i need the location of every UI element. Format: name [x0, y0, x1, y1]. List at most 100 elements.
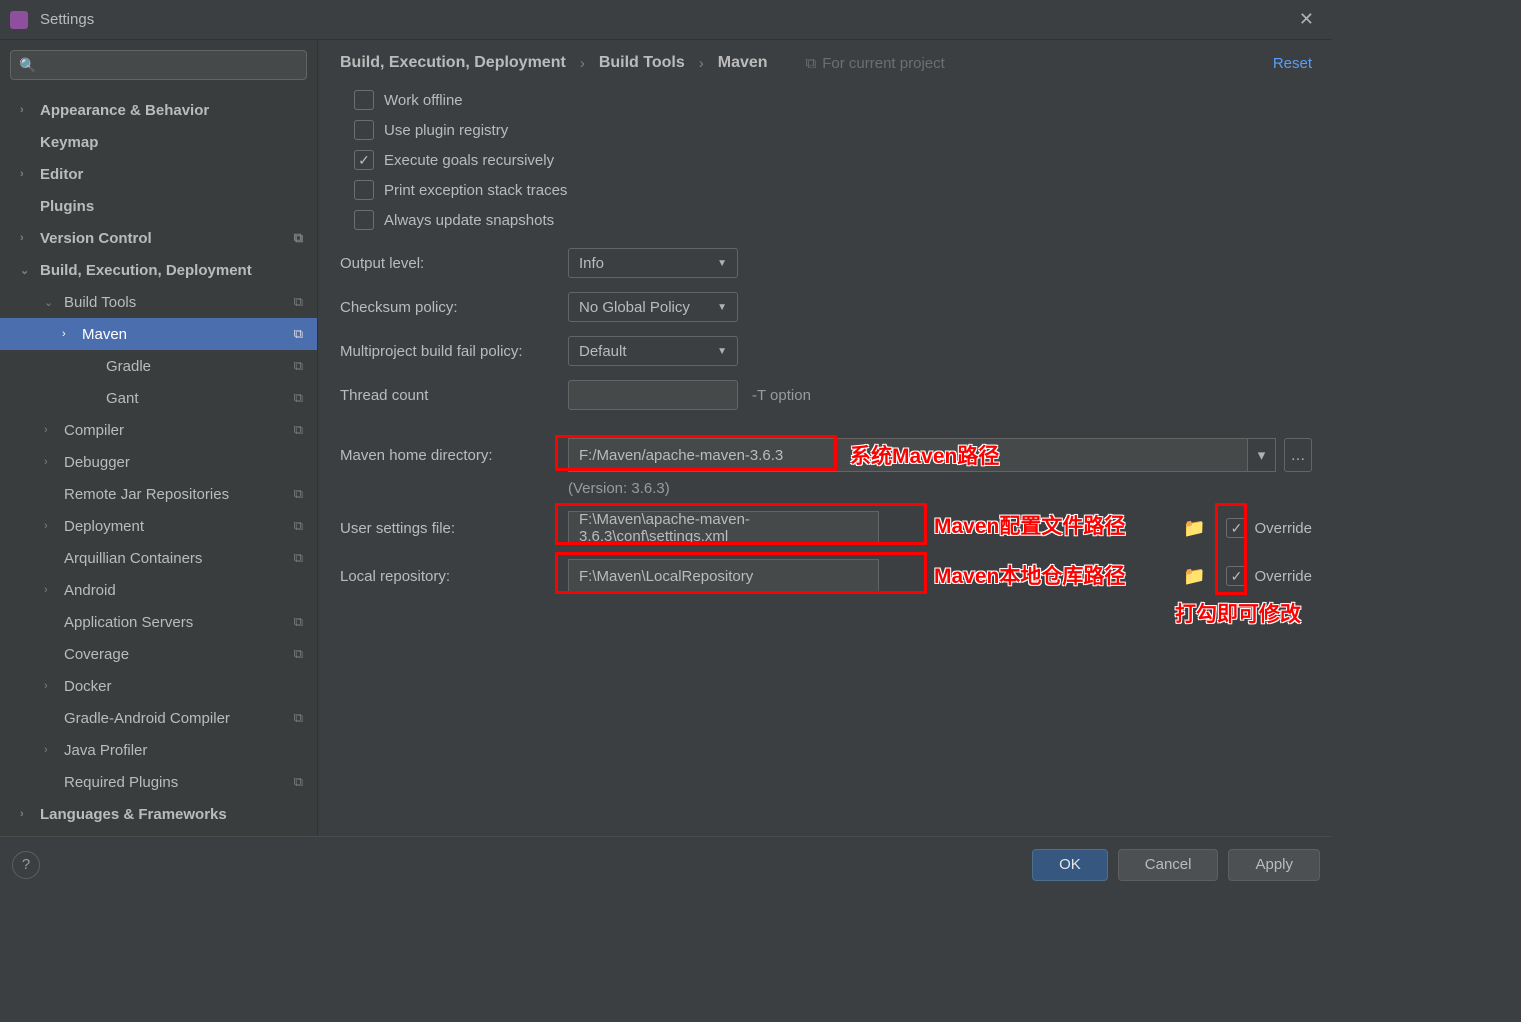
chevron-right-icon: › [44, 584, 58, 596]
sidebar-item-label: Keymap [40, 134, 309, 151]
user-settings-label: User settings file: [340, 520, 568, 537]
sidebar-item-build-tools[interactable]: ⌄ Build Tools⧉ [0, 286, 317, 318]
chevron-right-icon: › [20, 232, 34, 244]
sidebar-item-appearance-behavior[interactable]: › Appearance & Behavior [0, 94, 317, 126]
local-repo-label: Local repository: [340, 568, 568, 585]
checkbox-icon [354, 150, 374, 170]
sidebar-item-label: Build Tools [64, 294, 294, 311]
project-scope-icon: ⧉ [294, 646, 303, 662]
cancel-button[interactable]: Cancel [1118, 849, 1219, 881]
sidebar-item-keymap[interactable]: Keymap [0, 126, 317, 158]
annotation-text: Maven配置文件路径 [934, 510, 1125, 540]
user-settings-input[interactable]: F:\Maven\apache-maven-3.6.3\conf\setting… [568, 511, 879, 545]
sidebar-item-label: Gradle-Android Compiler [64, 710, 294, 727]
sidebar-item-docker[interactable]: › Docker [0, 670, 317, 702]
sidebar-item-gradle[interactable]: Gradle⧉ [0, 350, 317, 382]
project-scope-icon: ⧉ [294, 326, 303, 342]
checkbox-icon [354, 210, 374, 230]
chevron-right-icon: › [20, 104, 34, 116]
local-repo-input[interactable]: F:\Maven\LocalRepository [568, 559, 879, 593]
chevron-down-icon: ⌄ [44, 296, 58, 309]
sidebar-item-label: Plugins [40, 198, 309, 215]
window-title: Settings [40, 11, 1291, 28]
checkbox-print-stacktrace[interactable]: Print exception stack traces [354, 180, 1312, 200]
sidebar-item-gradle-android-compiler[interactable]: Gradle-Android Compiler⧉ [0, 702, 317, 734]
sidebar-item-gant[interactable]: Gant⧉ [0, 382, 317, 414]
project-scope-icon: ⧉ [294, 294, 303, 310]
local-repo-override-checkbox[interactable] [1226, 566, 1246, 586]
close-icon[interactable]: ✕ [1291, 5, 1322, 34]
sidebar: 🔍 › Appearance & Behavior Keymap ›Editor Plu… [0, 40, 318, 836]
sidebar-item-compiler[interactable]: ›Compiler⧉ [0, 414, 317, 446]
help-button[interactable]: ? [12, 851, 40, 879]
annotation-text: Maven本地仓库路径 [934, 560, 1125, 590]
maven-home-dropdown[interactable]: ▾ [1248, 438, 1276, 472]
ellipsis-icon: … [1291, 447, 1306, 464]
chevron-right-icon: › [44, 680, 58, 692]
chevron-down-icon: ▼ [717, 302, 727, 313]
maven-home-label: Maven home directory: [340, 447, 568, 464]
user-settings-browse[interactable]: 📁 [1178, 511, 1210, 545]
sidebar-item-plugins[interactable]: Plugins [0, 190, 317, 222]
override-label: Override [1254, 568, 1312, 585]
crumb-b[interactable]: Build Tools [599, 54, 685, 72]
local-repo-browse[interactable]: 📁 [1178, 559, 1210, 593]
sidebar-item-label: Maven [82, 326, 294, 343]
ok-button[interactable]: OK [1032, 849, 1108, 881]
sidebar-item-version-control[interactable]: ›Version Control⧉ [0, 222, 317, 254]
sidebar-item-editor[interactable]: ›Editor [0, 158, 317, 190]
checkbox-icon [354, 180, 374, 200]
reset-link[interactable]: Reset [1273, 55, 1312, 72]
sidebar-item-label: Java Profiler [64, 742, 309, 759]
sidebar-item-label: Appearance & Behavior [40, 102, 309, 119]
user-settings-override-checkbox[interactable] [1226, 518, 1246, 538]
sidebar-item-debugger[interactable]: ›Debugger [0, 446, 317, 478]
chevron-down-icon: ⌄ [20, 264, 34, 277]
apply-button[interactable]: Apply [1228, 849, 1320, 881]
sidebar-item-label: Deployment [64, 518, 294, 535]
project-scope-icon: ⧉ [294, 390, 303, 406]
checksum-policy-label: Checksum policy: [340, 299, 568, 316]
checksum-policy-select[interactable]: No Global Policy ▼ [568, 292, 738, 322]
annotation-text: 打勾即可修改 [1175, 598, 1301, 628]
sidebar-item-application-servers[interactable]: Application Servers⧉ [0, 606, 317, 638]
help-icon: ? [22, 856, 30, 873]
project-scope-icon: ⧉ [294, 486, 303, 502]
checkbox-icon [354, 90, 374, 110]
checkbox-execute-recursive[interactable]: Execute goals recursively [354, 150, 1312, 170]
sidebar-item-deployment[interactable]: ›Deployment⧉ [0, 510, 317, 542]
output-level-select[interactable]: Info ▼ [568, 248, 738, 278]
search-input[interactable]: 🔍 [10, 50, 307, 80]
sidebar-item-label: Required Plugins [64, 774, 294, 791]
sidebar-item-build-execution-deployment[interactable]: ⌄Build, Execution, Deployment [0, 254, 317, 286]
checkbox-plugin-registry[interactable]: Use plugin registry [354, 120, 1312, 140]
checkbox-update-snapshots[interactable]: Always update snapshots [354, 210, 1312, 230]
checkbox-icon [354, 120, 374, 140]
thread-count-input[interactable] [568, 380, 738, 410]
chevron-right-icon: › [580, 55, 585, 72]
crumb-c: Maven [718, 54, 768, 72]
sidebar-item-label: Android [64, 582, 309, 599]
content-panel: Build, Execution, Deployment › Build Too… [318, 40, 1332, 836]
sidebar-item-maven[interactable]: ›Maven⧉ [0, 318, 317, 350]
sidebar-item-label: Application Servers [64, 614, 294, 631]
chevron-down-icon: ▼ [717, 346, 727, 357]
settings-tree: › Appearance & Behavior Keymap ›Editor Plugi… [0, 90, 317, 836]
sidebar-item-required-plugins[interactable]: Required Plugins⧉ [0, 766, 317, 798]
checkbox-work-offline[interactable]: Work offline [354, 90, 1312, 110]
sidebar-item-languages-frameworks[interactable]: ›Languages & Frameworks [0, 798, 317, 830]
crumb-a[interactable]: Build, Execution, Deployment [340, 54, 566, 72]
sidebar-item-java-profiler[interactable]: ›Java Profiler [0, 734, 317, 766]
sidebar-item-label: Gradle [106, 358, 294, 375]
thread-hint: -T option [752, 387, 811, 404]
sidebar-item-arquillian-containers[interactable]: Arquillian Containers⧉ [0, 542, 317, 574]
sidebar-item-label: Docker [64, 678, 309, 695]
chevron-right-icon: › [20, 808, 34, 820]
maven-version-label: (Version: 3.6.3) [568, 480, 1312, 497]
sidebar-item-coverage[interactable]: Coverage⧉ [0, 638, 317, 670]
sidebar-item-label: Debugger [64, 454, 309, 471]
sidebar-item-remote-jar-repositories[interactable]: Remote Jar Repositories⧉ [0, 478, 317, 510]
maven-home-browse[interactable]: … [1284, 438, 1312, 472]
multiproject-policy-select[interactable]: Default ▼ [568, 336, 738, 366]
sidebar-item-android[interactable]: › Android [0, 574, 317, 606]
